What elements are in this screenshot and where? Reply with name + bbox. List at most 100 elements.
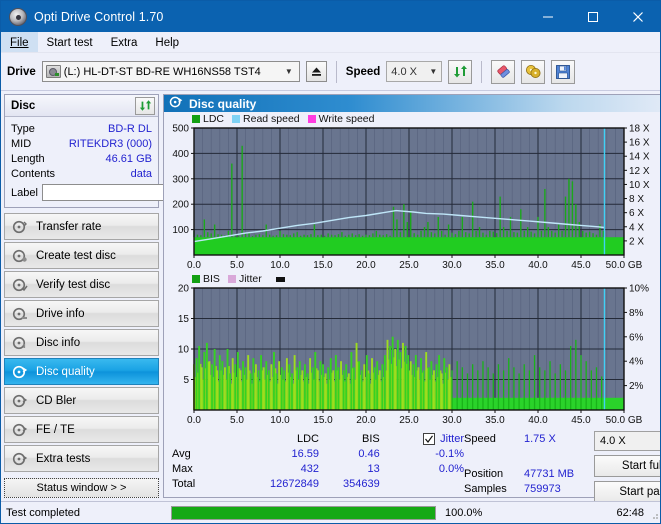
svg-text:4 X: 4 X [629,222,644,233]
main-header: Disc quality [164,95,660,112]
svg-text:10.0: 10.0 [270,415,290,426]
jitter-checkbox[interactable] [423,432,436,445]
svg-text:15: 15 [178,314,190,325]
disc-row-contents: Contents data [11,166,152,181]
svg-text:2%: 2% [629,381,644,392]
disc-row-length-value: 46.61 GB [105,152,152,165]
maximize-icon[interactable] [570,1,615,32]
sidebar-item-label: Create test disc [36,249,116,262]
speed-select[interactable]: 4.0 X ▼ [386,61,443,82]
stats-row-avg: Avg 16.59 0.46 -0.1% [172,446,464,461]
drive-label: Drive [7,65,36,78]
start-part-button[interactable]: Start part [594,481,660,503]
stats-row-avg-key: Avg [172,447,191,460]
stats-row-total-key: Total [172,477,196,490]
svg-text:5.0: 5.0 [230,415,244,426]
sidebar-item-transfer-rate[interactable]: Transfer rate [4,213,159,240]
svg-text:20.0: 20.0 [356,415,376,426]
refresh-icon[interactable] [135,96,155,115]
sidebar-item-cd-bler[interactable]: CD Bler [4,387,159,414]
statistics-area: LDC BIS Jitter Avg 16.59 0.46 -0.1% Max … [164,427,660,503]
sidebar-item-drive-info[interactable]: Drive info [4,300,159,327]
sidebar-item-label: Extra tests [36,452,91,465]
sidebar-item-create-test-disc[interactable]: Create test disc [4,242,159,269]
svg-text:14 X: 14 X [629,152,650,163]
svg-text:5.0: 5.0 [230,260,244,271]
menu-extra-label: Extra [110,36,138,49]
sidebar-item-disc-info[interactable]: Disc info [4,329,159,356]
gold-discs-icon[interactable] [521,59,546,84]
disc-icon [12,451,28,467]
disc-icon [9,7,27,26]
svg-text:8 X: 8 X [629,194,644,205]
sidebar-item-label: Transfer rate [36,220,102,233]
eject-button[interactable] [305,61,327,82]
progress-bar [171,505,436,520]
progress-fill [172,506,435,519]
chevron-down-icon: ▼ [284,67,293,76]
disc-icon [12,306,28,322]
stats-header-row: LDC BIS Jitter [172,431,464,446]
svg-text:50.0 GB: 50.0 GB [606,260,643,271]
test-speed-value: 4.0 X [600,435,626,447]
refresh-icon[interactable] [448,59,473,84]
svg-text:30.0: 30.0 [442,415,462,426]
disc-row-mid: MID RITEKDR3 (000) [11,136,152,151]
svg-text:40.0: 40.0 [528,260,548,271]
svg-text:35.0: 35.0 [485,260,505,271]
sidebar-item-disc-quality[interactable]: Disc quality [4,358,159,385]
status-message: Test completed [6,506,80,519]
sidebar-item-verify-test-disc[interactable]: Verify test disc [4,271,159,298]
eraser-icon[interactable] [491,59,516,84]
test-speed-select[interactable]: 4.0 X ▼ [594,431,660,451]
readout-spacer [464,446,594,466]
disc-icon [12,393,28,409]
resize-grip[interactable] [649,510,659,520]
ldc-read-speed-plot[interactable]: 100 200 300 400 500 2 X 4 X 6 X 8 X 10 X 12 X 14 X 1… [164,112,658,272]
speed-select-value: 4.0 X [391,65,417,78]
bis-jitter-plot[interactable]: 5 10 15 20 2% 4% 6% 8% 10% 0.0 5.0 10.0 15.0 20.0 25.0… [164,272,658,427]
chevron-down-icon: ▼ [429,67,438,76]
left-panel: Disc Type BD-R DL MID RITEKDR3 (000) Len… [4,94,245,498]
svg-text:0.0: 0.0 [187,415,201,426]
readout-samples-value: 759973 [524,482,561,495]
save-floppy-icon[interactable] [551,59,576,84]
svg-text:10: 10 [178,345,190,356]
title-bar: Opti Drive Control 1.70 [1,1,660,32]
disc-row-length: Length 46.61 GB [11,151,152,166]
svg-text:6 X: 6 X [629,208,644,219]
svg-text:15.0: 15.0 [313,415,333,426]
sidebar-item-extra-tests[interactable]: Extra tests [4,445,159,472]
svg-text:6%: 6% [629,332,644,343]
disc-quality-icon [12,364,28,380]
sidebar-item-fe-te[interactable]: FE / TE [4,416,159,443]
legend-swatch-write-speed [307,115,316,123]
disc-icon [12,422,28,438]
stats-total-ldc: 12672849 [270,477,319,490]
legend-swatch-ldc [192,115,200,123]
svg-text:16 X: 16 X [629,138,650,149]
menu-extra[interactable]: Extra [102,32,147,52]
menu-file[interactable]: File [1,32,38,52]
start-full-button[interactable]: Start full [594,455,660,477]
minimize-icon[interactable] [525,1,570,32]
stats-avg-jitter: -0.1% [435,447,464,460]
progress-percent: 100.0% [445,506,483,519]
window-title: Opti Drive Control 1.70 [34,9,164,24]
svg-text:15.0: 15.0 [313,260,333,271]
disc-icon [12,219,28,235]
toolbar-divider [335,60,337,83]
ldc-read-speed-chart: LDC Read speed Write speed 100 200 300 400 5… [164,112,660,272]
status-window-button[interactable]: Status window > > [4,478,159,498]
menu-file-label: File [10,36,29,49]
svg-text:10%: 10% [629,284,649,295]
close-icon[interactable] [615,1,660,32]
drive-select[interactable]: (L:) HL-DT-ST BD-RE WH16NS58 TST4 ▼ [41,61,300,82]
menu-help-label: Help [155,36,180,49]
window-controls [525,1,660,32]
menu-start-test[interactable]: Start test [38,32,102,52]
menu-help[interactable]: Help [146,32,188,52]
readout-position-value: 47731 MB [524,467,575,480]
legend-swatch-bis [192,275,200,283]
drive-icon [45,65,61,78]
